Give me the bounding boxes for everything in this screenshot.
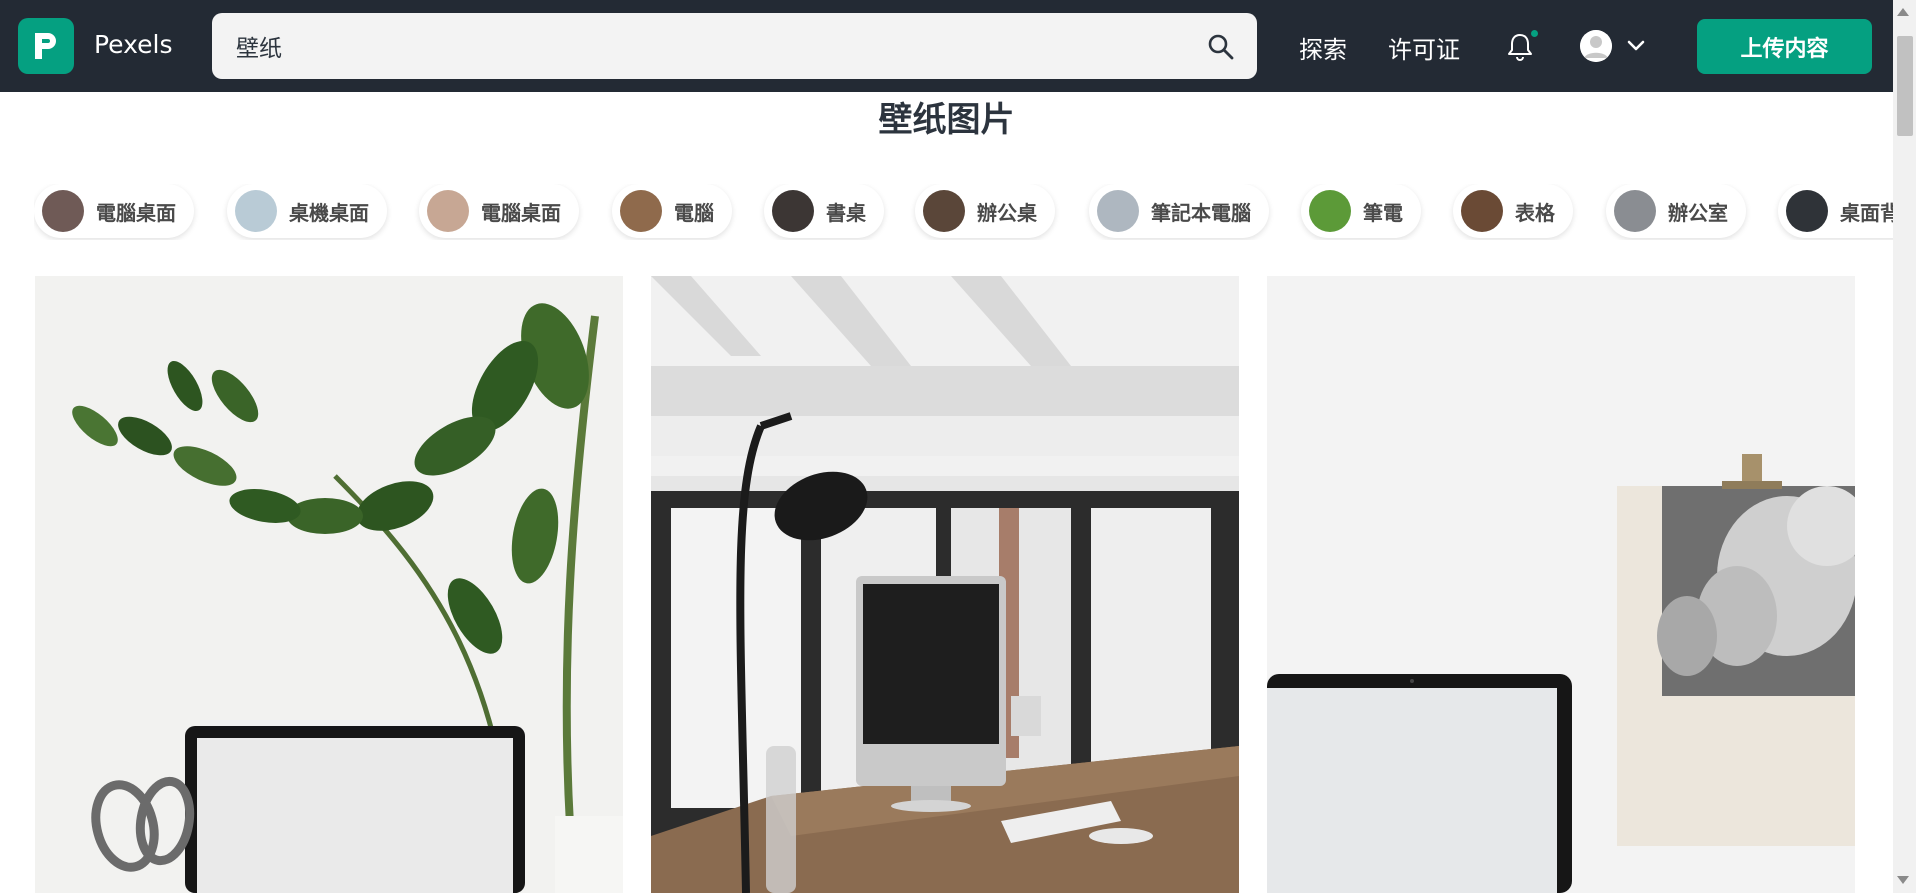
- chip-thumbnail: [620, 190, 662, 232]
- notification-dot: [1531, 30, 1538, 37]
- chip-item[interactable]: 筆記本電腦: [1089, 184, 1269, 238]
- chip-thumbnail: [923, 190, 965, 232]
- chip-item[interactable]: 電腦: [612, 184, 732, 238]
- nav-explore[interactable]: 探索: [1299, 30, 1347, 65]
- chip-item[interactable]: 電腦桌面: [419, 184, 579, 238]
- chip-item[interactable]: 桌機桌面: [227, 184, 387, 238]
- page-title: 壁纸图片: [878, 100, 1015, 140]
- search-bar[interactable]: [212, 13, 1257, 79]
- photo-card[interactable]: [35, 276, 623, 893]
- scroll-up-arrow-icon[interactable]: [1897, 8, 1909, 16]
- photo-lamp-imac-desk: [651, 276, 1239, 893]
- chip-label: 筆電: [1363, 200, 1403, 225]
- notification-bell-icon[interactable]: [1506, 32, 1534, 62]
- chip-item[interactable]: 書桌: [764, 184, 884, 238]
- logo-p-icon: [35, 33, 56, 59]
- chip-item[interactable]: 辦公桌: [915, 184, 1055, 238]
- chip-label: 書桌: [826, 200, 866, 225]
- chip-thumbnail: [1309, 190, 1351, 232]
- chip-thumbnail: [1614, 190, 1656, 232]
- chip-label: 電腦: [674, 200, 714, 225]
- photo-plant-laptop: [35, 276, 623, 893]
- chip-label: 電腦桌面: [481, 200, 561, 225]
- chevron-down-icon[interactable]: [1625, 36, 1647, 56]
- chip-label: 電腦桌面: [96, 200, 176, 225]
- scroll-down-arrow-icon[interactable]: [1897, 876, 1909, 884]
- chip-label: 辦公桌: [977, 200, 1037, 225]
- chip-item[interactable]: 桌面背景: [1778, 184, 1893, 238]
- chip-label: 桌機桌面: [289, 200, 369, 225]
- user-silhouette-icon: [1580, 30, 1612, 62]
- chip-item[interactable]: 表格: [1453, 184, 1573, 238]
- pexels-logo[interactable]: [18, 18, 74, 74]
- brand-name[interactable]: Pexels: [94, 30, 173, 59]
- chip-item[interactable]: 電腦桌面: [34, 184, 194, 238]
- chip-thumbnail: [42, 190, 84, 232]
- search-input[interactable]: [236, 31, 1136, 61]
- scrollbar-thumb[interactable]: [1897, 36, 1913, 136]
- top-navbar: Pexels 探索 许可证 上传内容: [0, 0, 1916, 92]
- chip-thumbnail: [1786, 190, 1828, 232]
- chip-item[interactable]: 辦公室: [1606, 184, 1746, 238]
- chip-thumbnail: [235, 190, 277, 232]
- chip-thumbnail: [427, 190, 469, 232]
- photo-laptop-statue-print: [1267, 276, 1855, 893]
- chip-item[interactable]: 筆電: [1301, 184, 1421, 238]
- nav-license[interactable]: 许可证: [1388, 30, 1460, 65]
- chip-label: 表格: [1515, 200, 1555, 225]
- related-searches: 電腦桌面 桌機桌面 電腦桌面 電腦 書桌 辦公桌 筆記本電腦 筆電 表格 辦公室…: [34, 184, 1893, 240]
- photo-card[interactable]: [1267, 276, 1855, 893]
- chip-label: 桌面背景: [1840, 200, 1893, 225]
- photo-card[interactable]: [651, 276, 1239, 893]
- chip-thumbnail: [772, 190, 814, 232]
- chip-label: 筆記本電腦: [1151, 200, 1251, 225]
- upload-button[interactable]: 上传内容: [1697, 19, 1872, 74]
- chip-thumbnail: [1461, 190, 1503, 232]
- chip-thumbnail: [1097, 190, 1139, 232]
- search-icon[interactable]: [1207, 33, 1235, 61]
- user-avatar[interactable]: [1580, 30, 1612, 62]
- chip-label: 辦公室: [1668, 200, 1728, 225]
